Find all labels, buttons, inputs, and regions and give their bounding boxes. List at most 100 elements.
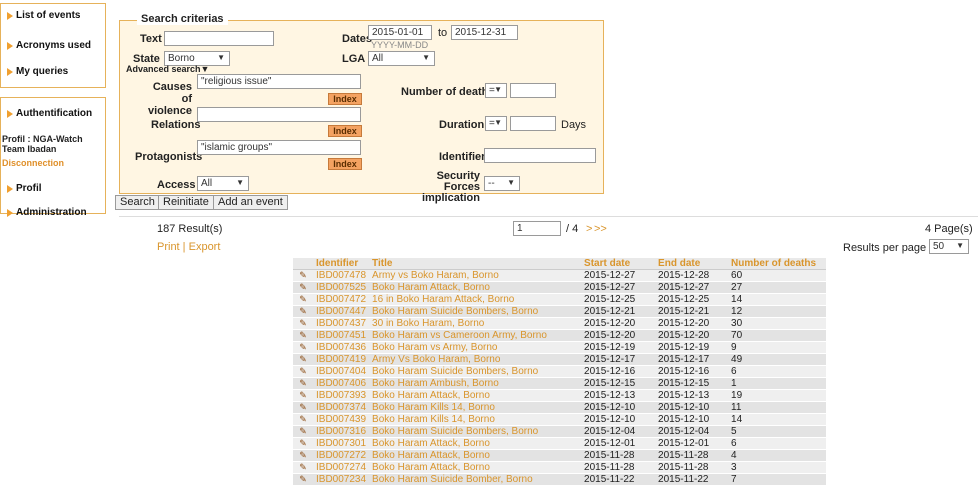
cell-title[interactable]: 16 in Boko Haram Attack, Borno	[369, 293, 582, 306]
export-link[interactable]: Export	[189, 241, 221, 253]
edit-pencil-icon[interactable]: ✎	[293, 305, 313, 318]
edit-pencil-icon[interactable]: ✎	[293, 449, 313, 462]
causes-input[interactable]: "religious issue"	[197, 74, 361, 89]
sidebar-item-administration[interactable]: Administration	[3, 207, 91, 218]
cell-identifier[interactable]: IBD007234	[313, 473, 370, 486]
text-input[interactable]	[164, 31, 274, 46]
cell-title[interactable]: Boko Haram Suicide Bombers, Borno	[369, 305, 582, 318]
cell-identifier[interactable]: IBD007447	[313, 305, 370, 318]
sidebar-item-acronyms-used[interactable]: Acronyms used	[3, 40, 95, 51]
edit-pencil-icon[interactable]: ✎	[293, 317, 313, 330]
date-from-input[interactable]: 2015-01-01	[368, 25, 432, 40]
cell-identifier[interactable]: IBD007272	[313, 449, 370, 462]
cell-identifier[interactable]: IBD007406	[313, 377, 370, 390]
col-start-date[interactable]: Start date	[581, 258, 656, 270]
cell-identifier[interactable]: IBD007316	[313, 425, 370, 438]
last-page-link[interactable]: >>	[594, 223, 607, 235]
cell-title[interactable]: Boko Haram vs Cameroon Army, Borno	[369, 329, 582, 342]
cell-title[interactable]: 30 in Boko Haram, Borno	[369, 317, 582, 330]
edit-column-header	[293, 258, 313, 270]
causes-index-button[interactable]: Index	[328, 93, 362, 105]
edit-pencil-icon[interactable]: ✎	[293, 425, 313, 438]
col-number-of-deaths[interactable]: Number of deaths	[728, 258, 826, 270]
security-forces-select[interactable]: -- ▼	[484, 176, 520, 191]
cell-identifier[interactable]: IBD007478	[313, 269, 370, 282]
next-page-link[interactable]: >	[586, 223, 592, 235]
cell-identifier[interactable]: IBD007472	[313, 293, 370, 306]
cell-identifier[interactable]: IBD007436	[313, 341, 370, 354]
edit-pencil-icon[interactable]: ✎	[293, 281, 313, 294]
edit-pencil-icon[interactable]: ✎	[293, 293, 313, 306]
cell-title[interactable]: Boko Haram Suicide Bombers, Borno	[369, 425, 582, 438]
duration-input[interactable]	[510, 116, 556, 131]
table-row: ✎ IBD007316 Boko Haram Suicide Bombers, Bo…	[293, 425, 826, 438]
protagonists-index-button[interactable]: Index	[328, 158, 362, 170]
duration-label: Duration	[439, 119, 485, 131]
sidebar-item-my-queries[interactable]: My queries	[3, 66, 72, 77]
identifier-input[interactable]	[484, 148, 596, 163]
page-total: / 4	[566, 223, 579, 235]
relations-index-button[interactable]: Index	[328, 125, 362, 137]
disconnection-link[interactable]: Disconnection	[2, 158, 64, 168]
date-format-hint: YYYY-MM-DD	[371, 40, 429, 50]
cell-title[interactable]: Boko Haram Attack, Borno	[369, 389, 582, 402]
cell-identifier[interactable]: IBD007301	[313, 437, 370, 450]
date-to-input[interactable]: 2015-12-31	[451, 25, 518, 40]
cell-identifier[interactable]: IBD007437	[313, 317, 370, 330]
print-link[interactable]: Print	[157, 241, 180, 253]
cell-title[interactable]: Army vs Boko Haram, Borno	[369, 269, 582, 282]
cell-identifier[interactable]: IBD007419	[313, 353, 370, 366]
col-end-date[interactable]: End date	[655, 258, 729, 270]
cell-title[interactable]: Boko Haram Attack, Borno	[369, 449, 582, 462]
edit-pencil-icon[interactable]: ✎	[293, 413, 313, 426]
cell-title[interactable]: Boko Haram Attack, Borno	[369, 461, 582, 474]
page-input[interactable]: 1	[513, 221, 561, 236]
results-per-page-select[interactable]: 50 ▼	[929, 239, 969, 254]
edit-pencil-icon[interactable]: ✎	[293, 353, 313, 366]
access-select[interactable]: All ▼	[197, 176, 249, 191]
events-table-body: ✎ IBD007478 Army vs Boko Haram, Borno 2015-…	[293, 269, 826, 486]
col-identifier[interactable]: Identifier	[313, 258, 370, 270]
cell-identifier[interactable]: IBD007525	[313, 281, 370, 294]
cell-deaths: 27	[728, 281, 826, 294]
deaths-input[interactable]	[510, 83, 556, 98]
cell-title[interactable]: Boko Haram Suicide Bombers, Borno	[369, 365, 582, 378]
cell-title[interactable]: Boko Haram vs Army, Borno	[369, 341, 582, 354]
edit-pencil-icon[interactable]: ✎	[293, 473, 313, 486]
edit-pencil-icon[interactable]: ✎	[293, 341, 313, 354]
search-button[interactable]: Search	[115, 195, 160, 210]
lga-select[interactable]: All ▼	[368, 51, 435, 66]
deaths-operator-select[interactable]: = ▼	[485, 83, 507, 98]
cell-title[interactable]: Boko Haram Kills 14, Borno	[369, 401, 582, 414]
cell-identifier[interactable]: IBD007393	[313, 389, 370, 402]
edit-pencil-icon[interactable]: ✎	[293, 401, 313, 414]
edit-pencil-icon[interactable]: ✎	[293, 329, 313, 342]
edit-pencil-icon[interactable]: ✎	[293, 437, 313, 450]
cell-title[interactable]: Boko Haram Attack, Borno	[369, 437, 582, 450]
edit-pencil-icon[interactable]: ✎	[293, 269, 313, 282]
duration-operator-select[interactable]: = ▼	[485, 116, 507, 131]
cell-title[interactable]: Boko Haram Attack, Borno	[369, 281, 582, 294]
cell-title[interactable]: Boko Haram Kills 14, Borno	[369, 413, 582, 426]
cell-identifier[interactable]: IBD007451	[313, 329, 370, 342]
cell-title[interactable]: Army Vs Boko Haram, Borno	[369, 353, 582, 366]
sidebar-item-profil[interactable]: Profil	[3, 183, 46, 194]
edit-pencil-icon[interactable]: ✎	[293, 389, 313, 402]
reinitiate-button[interactable]: Reinitiate	[158, 195, 214, 210]
edit-pencil-icon[interactable]: ✎	[293, 461, 313, 474]
cell-identifier[interactable]: IBD007274	[313, 461, 370, 474]
cell-identifier[interactable]: IBD007439	[313, 413, 370, 426]
sidebar-item-authentification[interactable]: Authentification	[3, 108, 96, 119]
edit-pencil-icon[interactable]: ✎	[293, 365, 313, 378]
cell-identifier[interactable]: IBD007374	[313, 401, 370, 414]
add-event-button[interactable]: Add an event	[213, 195, 288, 210]
sidebar-item-list-of-events[interactable]: List of events	[3, 10, 84, 21]
cell-title[interactable]: Boko Haram Ambush, Borno	[369, 377, 582, 390]
edit-pencil-icon[interactable]: ✎	[293, 377, 313, 390]
protagonists-input[interactable]: "islamic groups"	[197, 140, 361, 155]
relations-input[interactable]	[197, 107, 361, 122]
cell-title[interactable]: Boko Haram Suicide Bomber, Borno	[369, 473, 582, 486]
cell-identifier[interactable]: IBD007404	[313, 365, 370, 378]
col-title[interactable]: Title	[369, 258, 582, 270]
advanced-search-toggle[interactable]: Advanced search▼	[126, 64, 209, 74]
